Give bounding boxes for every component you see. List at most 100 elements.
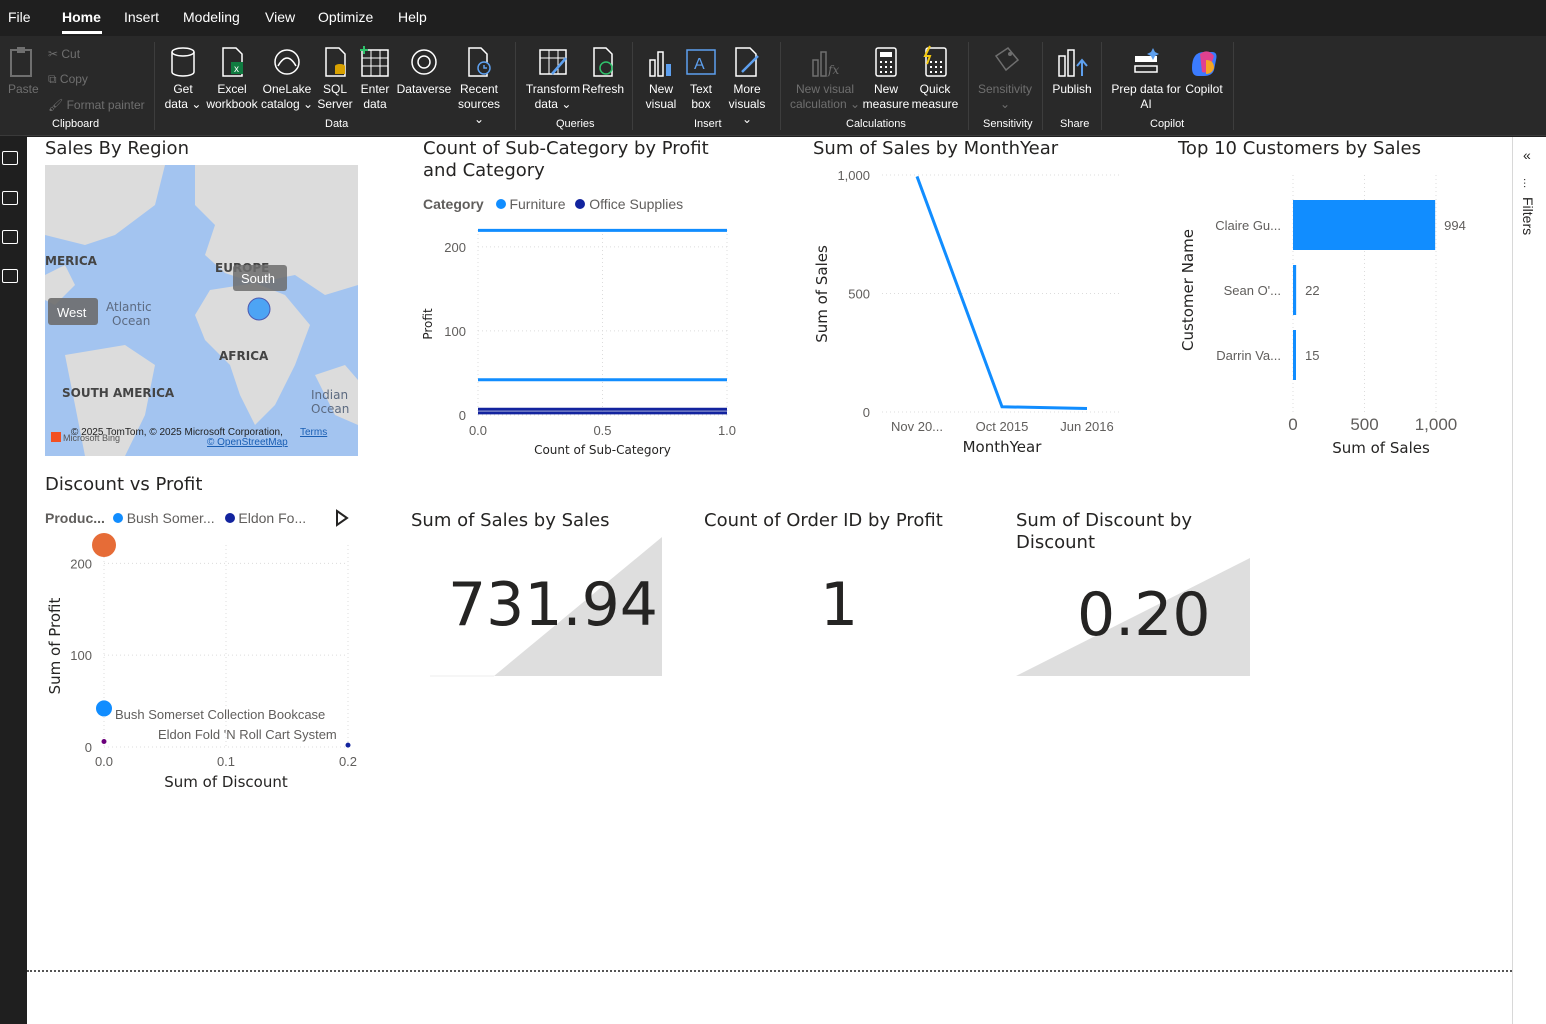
card-sales-value: 731.94	[448, 570, 658, 640]
text-box-icon: A	[686, 49, 716, 75]
x-tick-label: 1.0	[718, 423, 736, 438]
chevron-down-icon: ⌄	[473, 112, 485, 126]
x-axis-title: Sum of Sales	[1332, 439, 1430, 457]
new-visual-label-1: New	[648, 82, 673, 96]
point-label: Eldon Fold 'N Roll Cart System	[158, 727, 337, 742]
point-label: Bush Somerset Collection Bookcase	[115, 707, 325, 722]
subcat-legend: Category Furniture Office Supplies	[423, 196, 683, 212]
recent-label-2: sources	[457, 97, 501, 111]
format-painter-button[interactable]: 🖌 Format painter	[48, 98, 145, 112]
quick-measure-button[interactable]: Quick measure	[910, 45, 960, 112]
menu-view[interactable]: View	[265, 9, 295, 25]
chevron-down-icon: ⌄	[999, 97, 1011, 111]
menu-help[interactable]: Help	[398, 9, 427, 25]
ribbon: Paste ✂ Cut ⧉ Copy 🖌 Format painter Clip…	[0, 36, 1546, 136]
scatter-point	[345, 742, 351, 748]
map-osm-link[interactable]: © OpenStreetMap	[207, 437, 288, 448]
menu-optimize[interactable]: Optimize	[318, 9, 373, 25]
new-visual-calc-label-1: New visual	[795, 82, 855, 96]
prep-label-2: AI	[1140, 97, 1152, 111]
y-tick-label: 1,000	[837, 168, 870, 183]
report-view-icon[interactable]	[2, 151, 18, 165]
recent-label-1: Recent	[459, 82, 499, 96]
refresh-icon	[593, 47, 613, 77]
copy-label: Copy	[59, 72, 88, 86]
subcat-title-line2: and Category	[423, 160, 545, 181]
monthyear-chart[interactable]: Nov 20... Oct 2015 Jun 2016 0 500 1,000 MonthY…	[800, 165, 1140, 465]
sensitivity-button[interactable]: Sensitivity ⌄	[976, 46, 1034, 112]
view-switcher-rail	[0, 137, 27, 1024]
legend-bush[interactable]: Bush Somer...	[127, 510, 215, 526]
data-label: 994	[1444, 218, 1466, 233]
enter-data-button[interactable]: Enter data	[356, 46, 394, 112]
y-axis-title: Sum of Sales	[813, 245, 831, 343]
legend-office-supplies[interactable]: Office Supplies	[589, 196, 683, 212]
prep-data-for-ai-button[interactable]: Prep data for AI	[1110, 46, 1182, 112]
discount-legend-title: Produc...	[45, 510, 105, 526]
category-label: Sean O'...	[1224, 283, 1281, 298]
map-visual[interactable]: MERICA EUROPE South West Atlantic Ocean …	[45, 165, 358, 456]
copy-button[interactable]: ⧉ Copy	[48, 72, 88, 87]
excel-workbook-button[interactable]: x Excel workbook	[204, 46, 260, 112]
map-label-atlantic-ocean: Ocean	[112, 314, 150, 328]
database-icon	[171, 47, 195, 77]
sql-server-button[interactable]: SQL Server	[316, 46, 354, 112]
transform-data-button[interactable]: Transform data ⌄	[524, 46, 582, 112]
chevron-down-icon: ⌄	[191, 97, 202, 111]
x-axis-title: MonthYear	[963, 438, 1043, 456]
legend-next-icon[interactable]	[335, 509, 349, 527]
refresh-button[interactable]: Refresh	[582, 46, 624, 97]
quick-measure-icon	[923, 45, 947, 77]
paste-button[interactable]: Paste	[6, 46, 39, 96]
legend-dot-office-supplies	[575, 199, 586, 209]
map-terms-link[interactable]: Terms	[300, 427, 327, 438]
top10-title: Top 10 Customers by Sales	[1178, 138, 1421, 159]
dax-query-view-icon[interactable]	[2, 269, 18, 283]
calculations-group-label: Calculations	[846, 118, 906, 130]
get-data-label-1: Get	[173, 82, 193, 96]
legend-dot-bush	[112, 513, 123, 523]
legend-eldon[interactable]: Eldon Fo...	[238, 510, 306, 526]
more-visuals-button[interactable]: More visuals ⌄	[722, 46, 772, 127]
publish-icon	[1058, 49, 1088, 77]
subcat-chart[interactable]: 0.0 0.5 1.0 0 100 200 Count of Sub-Category Pro…	[410, 220, 750, 465]
menu-modeling[interactable]: Modeling	[183, 9, 240, 25]
get-data-button[interactable]: Get data ⌄	[162, 46, 204, 112]
table-view-icon[interactable]	[2, 191, 18, 205]
new-measure-label-2: measure	[862, 97, 910, 111]
model-view-icon[interactable]	[2, 230, 18, 244]
discount-scatter-chart[interactable]: Bush Somerset Collection Bookcase Eldon F…	[40, 533, 370, 800]
menu-insert[interactable]: Insert	[124, 9, 159, 25]
transform-label-2: data	[534, 97, 558, 111]
menu-file[interactable]: File	[8, 9, 31, 25]
menu-home[interactable]: Home	[62, 9, 101, 25]
enter-data-label-1: Enter	[360, 82, 390, 96]
copilot-button[interactable]: Copilot	[1182, 46, 1226, 97]
legend-furniture[interactable]: Furniture	[509, 196, 565, 212]
top10-chart[interactable]: Claire Gu... 994 Sean O'... 22 Darrin Va... 1…	[1170, 165, 1500, 465]
dataverse-button[interactable]: Dataverse	[396, 46, 452, 97]
expand-chevron-icon[interactable]: «	[1523, 147, 1531, 163]
recent-sources-button[interactable]: Recent sources ⌄	[452, 46, 506, 127]
table-grid-icon	[360, 46, 389, 77]
new-measure-button[interactable]: New measure	[862, 46, 910, 112]
map-label-africa: AFRICA	[219, 349, 269, 363]
y-tick-label: 100	[70, 648, 92, 663]
new-visual-icon	[649, 51, 671, 77]
x-tick-label: 0	[1288, 415, 1297, 434]
new-visual-button[interactable]: New visual	[640, 46, 682, 112]
map-bubble-south[interactable]	[247, 297, 271, 321]
calculator-icon	[875, 47, 897, 77]
cut-button[interactable]: ✂ Cut	[48, 47, 80, 61]
sql-server-icon	[325, 47, 346, 77]
clipboard-group-label: Clipboard	[52, 118, 100, 130]
filters-pane-collapsed[interactable]: « ⫶ Filters	[1512, 137, 1546, 1024]
separator	[515, 42, 516, 130]
text-box-button[interactable]: A Text box	[682, 46, 720, 112]
publish-label: Publish	[1052, 82, 1092, 96]
map-label-south: South	[241, 271, 275, 286]
publish-button[interactable]: Publish	[1050, 46, 1094, 97]
new-visual-calculation-button[interactable]: fx New visual calculation ⌄	[788, 46, 862, 112]
onelake-catalog-button[interactable]: OneLake catalog ⌄	[260, 46, 314, 112]
card-discount-title-line1: Sum of Discount by	[1016, 510, 1192, 531]
